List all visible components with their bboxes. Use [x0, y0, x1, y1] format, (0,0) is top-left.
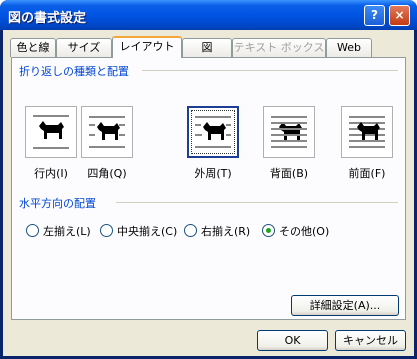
radio-label: 中央揃え(C) [117, 225, 178, 238]
wrap-option-front[interactable] [341, 106, 393, 158]
radio-align-left[interactable]: 左揃え(L) [26, 223, 91, 239]
radio-circle-selected[interactable] [262, 224, 275, 237]
cancel-button[interactable]: キャンセル [335, 330, 406, 351]
tab-web[interactable]: Web [326, 38, 372, 57]
square-wrap-icon [89, 116, 125, 148]
title-bar[interactable]: 図の書式設定 ? × [0, 0, 417, 30]
in-front-of-text-icon [349, 116, 385, 148]
advanced-settings-button[interactable]: 詳細設定(A)... [291, 295, 399, 316]
tab-textbox: テキスト ボックス [232, 38, 326, 57]
close-button[interactable]: × [389, 5, 410, 26]
layout-tab-panel: 折り返しの種類と配置 行内(I) 四角(Q) 外周(T) 背面(B) 前面(F)… [11, 57, 406, 320]
radio-label: その他(O) [279, 225, 330, 238]
wrap-label-square: 四角(Q) [87, 167, 127, 180]
wrap-option-tight[interactable] [187, 106, 239, 158]
wrap-group-title: 折り返しの種類と配置 [19, 65, 129, 78]
radio-circle[interactable] [26, 224, 39, 237]
radio-circle[interactable] [100, 224, 113, 237]
dialog-title: 図の書式設定 [8, 11, 87, 26]
wrap-group-divider [142, 70, 398, 71]
wrap-option-square[interactable] [81, 106, 133, 158]
inline-wrap-icon [33, 115, 69, 149]
behind-text-icon [271, 116, 307, 148]
wrap-label-behind: 背面(B) [269, 167, 309, 180]
tight-wrap-icon [195, 116, 231, 148]
radio-align-right[interactable]: 右揃え(R) [184, 223, 250, 239]
radio-label: 右揃え(R) [201, 225, 251, 238]
wrap-label-front: 前面(F) [348, 167, 386, 180]
dialog-body: 色と線 サイズ レイアウト 図 テキスト ボックス Web 折り返しの種類と配置 [3, 30, 414, 356]
ok-button[interactable]: OK [257, 330, 328, 351]
tab-color-line[interactable]: 色と線 [10, 38, 56, 57]
wrap-label-tight: 外周(T) [194, 167, 232, 180]
wrap-option-behind[interactable] [263, 106, 315, 158]
radio-align-center[interactable]: 中央揃え(C) [100, 223, 177, 239]
radio-align-other[interactable]: その他(O) [262, 223, 329, 239]
align-group-title: 水平方向の配置 [19, 197, 96, 210]
dialog-window: 図の書式設定 ? × 色と線 サイズ レイアウト 図 テキスト ボックス Web… [0, 0, 417, 359]
align-group-divider [116, 202, 398, 203]
radio-label: 左揃え(L) [43, 225, 91, 238]
wrap-option-inline[interactable] [25, 106, 77, 158]
help-button[interactable]: ? [364, 5, 385, 26]
tab-picture[interactable]: 図 [182, 38, 232, 57]
tab-size[interactable]: サイズ [56, 38, 112, 57]
wrap-label-inline: 行内(I) [34, 167, 68, 180]
tab-layout[interactable]: レイアウト [112, 36, 182, 58]
radio-circle[interactable] [184, 224, 197, 237]
